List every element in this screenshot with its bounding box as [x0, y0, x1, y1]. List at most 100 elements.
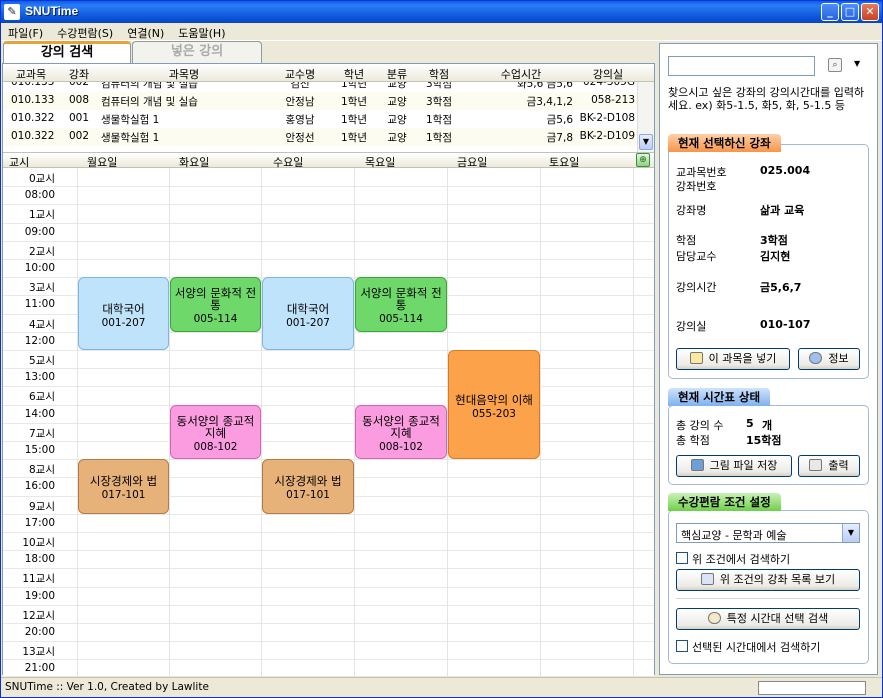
cell-code: 010.133 [11, 82, 55, 88]
menu-help[interactable]: 도움말(H) [171, 23, 232, 43]
course-block-room: 005-114 [193, 313, 238, 326]
cell-time: 금3,4,1,2 [526, 96, 573, 108]
course-block[interactable]: 시장경제와 법 017-101 [262, 459, 354, 514]
search-in-time-checkbox[interactable] [676, 640, 688, 652]
cell-category: 교양 [387, 132, 407, 144]
table-scrollbar[interactable]: ▼ [637, 82, 654, 152]
time-slot-label: 20:00 [24, 626, 55, 638]
grid-line [3, 604, 654, 606]
expand-icon[interactable]: ⊕ [636, 153, 650, 167]
menu-connect[interactable]: 연결(N) [120, 23, 171, 43]
divider [676, 598, 860, 599]
table-row[interactable]: 010.322 001 생물학실험 1 홍영남 1학년 교양 1학점 금5,6 BK-2-D10… [3, 110, 637, 128]
col-course-code[interactable]: 교과목 [7, 66, 55, 82]
grid-line [3, 532, 654, 533]
minimize-button[interactable]: _ [821, 3, 839, 21]
total-courses-unit: 개 [762, 419, 773, 432]
cell-credit: 3학점 [425, 96, 452, 108]
scroll-down-icon[interactable]: ▼ [639, 134, 653, 150]
grid-line [3, 240, 654, 242]
cell-time: 화5,6 금5,6 [516, 82, 573, 90]
cell-room: BK-2-D108 [579, 112, 635, 124]
help-icon [809, 352, 823, 364]
course-block-room: 055-203 [472, 407, 516, 420]
time-value: 금5,6,7 [760, 281, 802, 294]
col-course-name[interactable]: 과목명 [99, 66, 269, 82]
course-block[interactable]: 대학국어 001-207 [262, 277, 354, 350]
cell-credit: 3학점 [425, 82, 452, 90]
table-row[interactable]: 010.133 008 컴퓨터의 개념 및 실습 안정남 1학년 교양 3학점 금3,4,1,… [3, 92, 637, 110]
selected-course-title: 현재 선택하신 강좌 [668, 134, 781, 152]
course-block[interactable]: 서양의 문화적 전통 005-114 [355, 277, 447, 332]
col-professor[interactable]: 교수명 [271, 66, 329, 82]
col-category[interactable]: 분류 [377, 66, 417, 82]
time-slot-label: 12교시 [22, 609, 55, 622]
cell-code: 010.133 [11, 94, 55, 106]
title-bar[interactable]: ✎ SNUTime _ □ ✕ [1, 1, 882, 23]
total-credits-label: 총 학점 [676, 434, 710, 447]
search-in-condition-label: 위 조건에서 검색하기 [692, 553, 791, 566]
course-block[interactable]: 동서양의 종교적 지혜 008-102 [355, 404, 447, 460]
grid-line [3, 186, 654, 188]
chevron-down-icon[interactable]: ▼ [842, 524, 859, 542]
time-slot-label: 11:00 [24, 298, 55, 311]
table-row[interactable]: 010.322 002 생물학실험 1 안정선 1학년 교양 1학점 금7,8 BK-2-D10… [3, 128, 637, 146]
grid-line [3, 586, 654, 588]
course-block[interactable]: 현대음악의 이해 055-203 [448, 350, 540, 460]
cell-year: 1학년 [340, 96, 367, 108]
search-in-condition-checkbox[interactable] [676, 552, 688, 564]
col-credit[interactable]: 학점 [417, 66, 461, 82]
time-slot-label: 11교시 [22, 573, 55, 586]
view-course-list-button[interactable]: 위 조건의 강좌 목록 보기 [676, 569, 860, 591]
status-bar: SNUTime :: Ver 1.0, Created by Lawlite [1, 677, 882, 697]
course-block-name: 동서양의 종교적 지혜 [362, 413, 440, 440]
table-row[interactable]: 010.133 002 컴퓨터의 개념 및 실습 김선 1학년 교양 3학점 화5,6 금5,… [3, 82, 637, 92]
course-block-name: 현대음악의 이해 [455, 392, 533, 407]
tab-course-search[interactable]: 강의 검색 [3, 41, 131, 63]
add-course-label: 이 과목을 넣기 [708, 352, 777, 365]
col-room[interactable]: 강의실 [579, 66, 637, 82]
add-course-button[interactable]: 이 과목을 넣기 [676, 348, 790, 370]
time-select-search-button[interactable]: 특정 시간대 선택 검색 [676, 608, 860, 630]
search-icon[interactable]: ⌕ [828, 58, 842, 72]
window-title: SNUTime [25, 4, 79, 18]
menu-bar: 파일(F) 수강편람(S) 연결(N) 도움말(H) [1, 23, 882, 41]
grid-column-line [77, 168, 78, 676]
cell-section: 001 [69, 112, 90, 124]
grid-line [3, 568, 654, 570]
category-select[interactable]: 핵심교양 - 문학과 예술 ▼ [676, 523, 860, 543]
cell-section: 002 [69, 82, 90, 88]
col-year[interactable]: 학년 [331, 66, 377, 82]
maximize-button[interactable]: □ [841, 3, 859, 21]
time-slot-label: 10교시 [22, 537, 55, 549]
search-dropdown-icon[interactable]: ▼ [854, 59, 860, 68]
course-block[interactable]: 서양의 문화적 전통 005-114 [170, 277, 261, 332]
right-panel: ⌕ ▼ 찾으시고 싶은 강좌의 강의시간대를 입력하세요. ex) 화5-1.5… [659, 43, 878, 675]
timetable-status-title: 현재 시간표 상태 [668, 388, 771, 406]
col-section[interactable]: 강좌 [61, 66, 97, 82]
time-search-input[interactable] [668, 56, 815, 76]
course-block[interactable]: 대학국어 001-207 [78, 277, 169, 350]
search-in-time-label: 선택된 시간대에서 검색하기 [692, 641, 821, 654]
print-button[interactable]: 출력 [798, 455, 860, 477]
close-button[interactable]: ✕ [861, 3, 879, 21]
tab-added-courses[interactable]: 넣은 강의 [132, 41, 262, 63]
menu-catalog[interactable]: 수강편람(S) [50, 23, 120, 43]
credit-value: 3학점 [760, 234, 788, 247]
course-table-body: 010.133 002 컴퓨터의 개념 및 실습 김선 1학년 교양 3학점 화5,6 금5,… [3, 82, 637, 152]
time-slot-label: 15:00 [24, 444, 55, 456]
course-block-name: 서양의 문화적 전통 [174, 286, 257, 313]
col-time[interactable]: 수업시간 [463, 66, 579, 82]
timetable-grid[interactable]: 0교시 08:00 1교시 09:00 2교시 10:00 3교시 11:00 4교시 12:00… [3, 168, 654, 676]
professor-value: 김지현 [760, 250, 791, 263]
course-block[interactable]: 동서양의 종교적 지혜 008-102 [170, 404, 261, 460]
save-image-button[interactable]: 그림 파일 저장 [676, 455, 792, 477]
course-code-value: 025.004 [760, 164, 811, 177]
info-button[interactable]: 정보 [798, 348, 860, 370]
time-label: 강의시간 [676, 281, 717, 294]
course-block[interactable]: 시장경제와 법 017-101 [78, 459, 169, 514]
time-slot-label: 12:00 [24, 334, 55, 347]
menu-file[interactable]: 파일(F) [1, 23, 50, 43]
cell-professor: 김선 [290, 82, 310, 90]
time-slot-label: 13:00 [24, 371, 55, 384]
